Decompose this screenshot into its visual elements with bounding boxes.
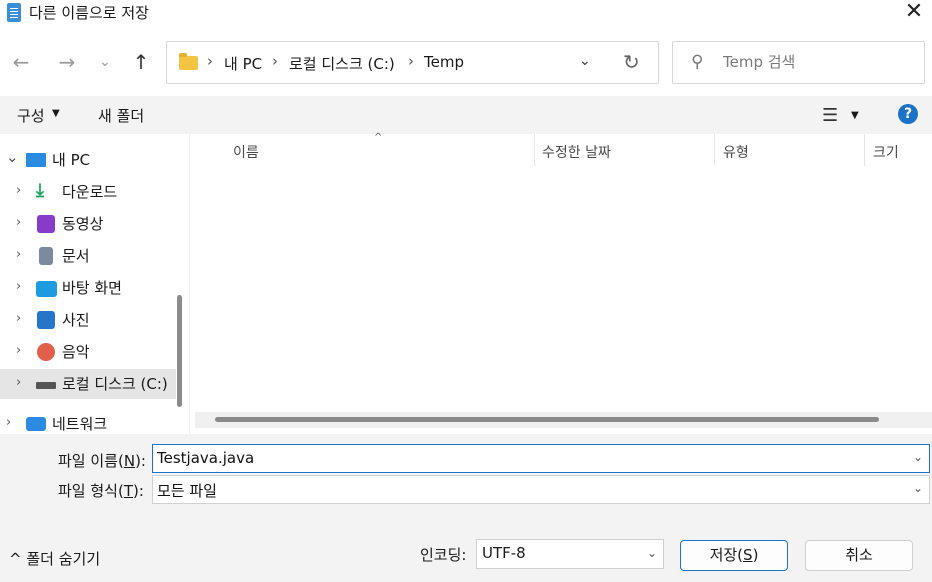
column-header-size[interactable]: 크기 <box>873 142 899 162</box>
video-icon <box>37 215 55 233</box>
refresh-icon[interactable]: ↻ <box>623 50 640 74</box>
column-header-date-modified[interactable]: 수정한 날짜 <box>542 142 611 162</box>
sidebar-item-label: 문서 <box>62 247 90 265</box>
chevron-right-icon[interactable]: › <box>16 375 21 390</box>
encoding-select[interactable]: UTF-8 ⌄ <box>476 539 664 569</box>
chevron-down-icon[interactable]: ⌄ <box>579 53 591 69</box>
chevron-up-icon: ^ <box>9 550 22 568</box>
recent-locations-icon[interactable]: ⌄ <box>90 47 120 77</box>
chevron-down-icon[interactable]: ⌄ <box>913 450 923 464</box>
sidebar-item-label: 내 PC <box>52 151 91 169</box>
close-button[interactable]: ✕ <box>896 0 932 26</box>
filetype-select[interactable]: 모든 파일 ⌄ <box>152 475 930 504</box>
search-icon: ⚲ <box>691 52 704 72</box>
column-header-name[interactable]: 이름 <box>233 142 259 162</box>
music-icon <box>37 343 55 361</box>
sidebar-item-my-pc[interactable]: ⌄ 내 PC <box>0 145 176 175</box>
search-box[interactable]: ⚲ <box>672 41 925 84</box>
chevron-down-icon[interactable]: ⌄ <box>6 148 19 166</box>
chevron-right-icon[interactable]: › <box>16 279 21 294</box>
address-bar[interactable]: › 내 PC › 로컬 디스크 (C:) › Temp ⌄ ↻ <box>166 41 659 84</box>
view-options-icon[interactable]: ☰ <box>822 105 838 126</box>
help-icon[interactable]: ? <box>898 104 918 124</box>
cancel-button[interactable]: 취소 <box>805 540 913 571</box>
caret-down-icon[interactable]: ▼ <box>52 108 60 119</box>
up-arrow-icon[interactable]: ↑ <box>126 47 156 77</box>
pictures-icon <box>37 311 55 329</box>
sidebar-item-label: 네트워크 <box>52 415 108 433</box>
window-title: 다른 이름으로 저장 <box>29 4 149 22</box>
sidebar-item-music[interactable]: › 음악 <box>0 337 176 367</box>
chevron-right-icon[interactable]: › <box>16 343 21 358</box>
forward-arrow-icon[interactable]: → <box>52 47 82 77</box>
sidebar-item-videos[interactable]: › 동영상 <box>0 209 176 239</box>
column-separator[interactable] <box>714 134 715 166</box>
sidebar-item-local-disk[interactable]: › 로컬 디스크 (C:) <box>0 369 176 399</box>
breadcrumb-separator: › <box>408 52 414 70</box>
sidebar-item-label: 로컬 디스크 (C:) <box>62 375 168 393</box>
search-input[interactable] <box>723 53 913 71</box>
notepad-icon <box>7 3 21 22</box>
sidebar-item-label: 사진 <box>62 311 90 329</box>
chevron-right-icon[interactable]: › <box>16 311 21 326</box>
computer-icon <box>26 153 46 167</box>
sidebar-item-desktop[interactable]: › 바탕 화면 <box>0 273 176 303</box>
network-icon <box>26 417 46 431</box>
column-separator[interactable] <box>864 134 865 166</box>
save-form: 파일 이름(N): Testjava.java ⌄ 파일 형식(T): 모든 파… <box>0 434 932 512</box>
caret-down-icon[interactable]: ▼ <box>851 110 859 121</box>
chevron-right-icon[interactable]: › <box>16 215 21 230</box>
download-icon: ⤓ <box>36 180 44 201</box>
new-folder-button[interactable]: 새 폴더 <box>98 105 144 126</box>
chevron-right-icon[interactable]: › <box>6 415 11 430</box>
desktop-icon <box>36 281 57 297</box>
filename-value[interactable]: Testjava.java <box>157 449 254 467</box>
filetype-label: 파일 형식(T): <box>58 482 144 500</box>
sidebar-item-downloads[interactable]: › ⤓ 다운로드 <box>0 177 176 207</box>
chevron-right-icon[interactable]: › <box>16 247 21 262</box>
sidebar-item-label: 동영상 <box>62 215 104 233</box>
sidebar-item-network[interactable]: › 네트워크 <box>0 409 176 434</box>
folder-icon <box>179 53 198 70</box>
breadcrumb-temp[interactable]: Temp <box>424 53 464 71</box>
chevron-down-icon[interactable]: ⌄ <box>647 546 657 560</box>
breadcrumb-my-pc[interactable]: 내 PC <box>224 53 262 74</box>
back-arrow-icon[interactable]: ← <box>6 47 36 77</box>
chevron-down-icon[interactable]: ⌄ <box>913 481 923 495</box>
sidebar-item-documents[interactable]: › 문서 <box>0 241 176 271</box>
encoding-label: 인코딩: <box>420 546 467 564</box>
breadcrumb-separator: › <box>207 52 213 70</box>
sidebar-item-label: 음악 <box>62 343 90 361</box>
title-bar: 다른 이름으로 저장 ✕ <box>0 0 932 30</box>
scrollbar-thumb[interactable] <box>215 417 879 422</box>
dialog-footer: ^ 폴더 숨기기 인코딩: UTF-8 ⌄ 저장(S) 취소 <box>0 512 932 582</box>
sort-ascending-icon: ^ <box>374 132 383 143</box>
document-icon <box>39 247 53 265</box>
filetype-value: 모든 파일 <box>157 482 217 500</box>
column-separator[interactable] <box>534 134 535 166</box>
breadcrumb-separator: › <box>272 52 278 70</box>
breadcrumb-local-disk[interactable]: 로컬 디스크 (C:) <box>289 53 395 74</box>
navigation-pane[interactable]: ⌄ 내 PC › ⤓ 다운로드 › 동영상 › 문서 › 바탕 화면 › 사진 … <box>0 134 190 434</box>
sidebar-item-pictures[interactable]: › 사진 <box>0 305 176 335</box>
column-header-type[interactable]: 유형 <box>723 142 749 162</box>
sidebar-scrollbar[interactable] <box>177 295 182 407</box>
organize-button[interactable]: 구성 <box>17 105 45 126</box>
sidebar-item-label: 바탕 화면 <box>62 279 122 297</box>
drive-icon <box>36 382 56 389</box>
chevron-right-icon[interactable]: › <box>16 183 21 198</box>
toolbar: 구성 ▼ 새 폴더 ☰ ▼ ? <box>0 96 932 134</box>
filename-label: 파일 이름(N): <box>58 452 146 470</box>
encoding-value: UTF-8 <box>482 544 526 562</box>
filename-field[interactable]: Testjava.java ⌄ <box>152 444 930 473</box>
hide-folders-button[interactable]: ^ 폴더 숨기기 <box>9 548 100 569</box>
save-button[interactable]: 저장(S) <box>680 540 788 571</box>
sidebar-item-label: 다운로드 <box>62 183 118 201</box>
file-list[interactable]: ^ 이름 수정한 날짜 유형 크기 <box>191 132 932 434</box>
horizontal-scrollbar[interactable] <box>195 412 932 428</box>
